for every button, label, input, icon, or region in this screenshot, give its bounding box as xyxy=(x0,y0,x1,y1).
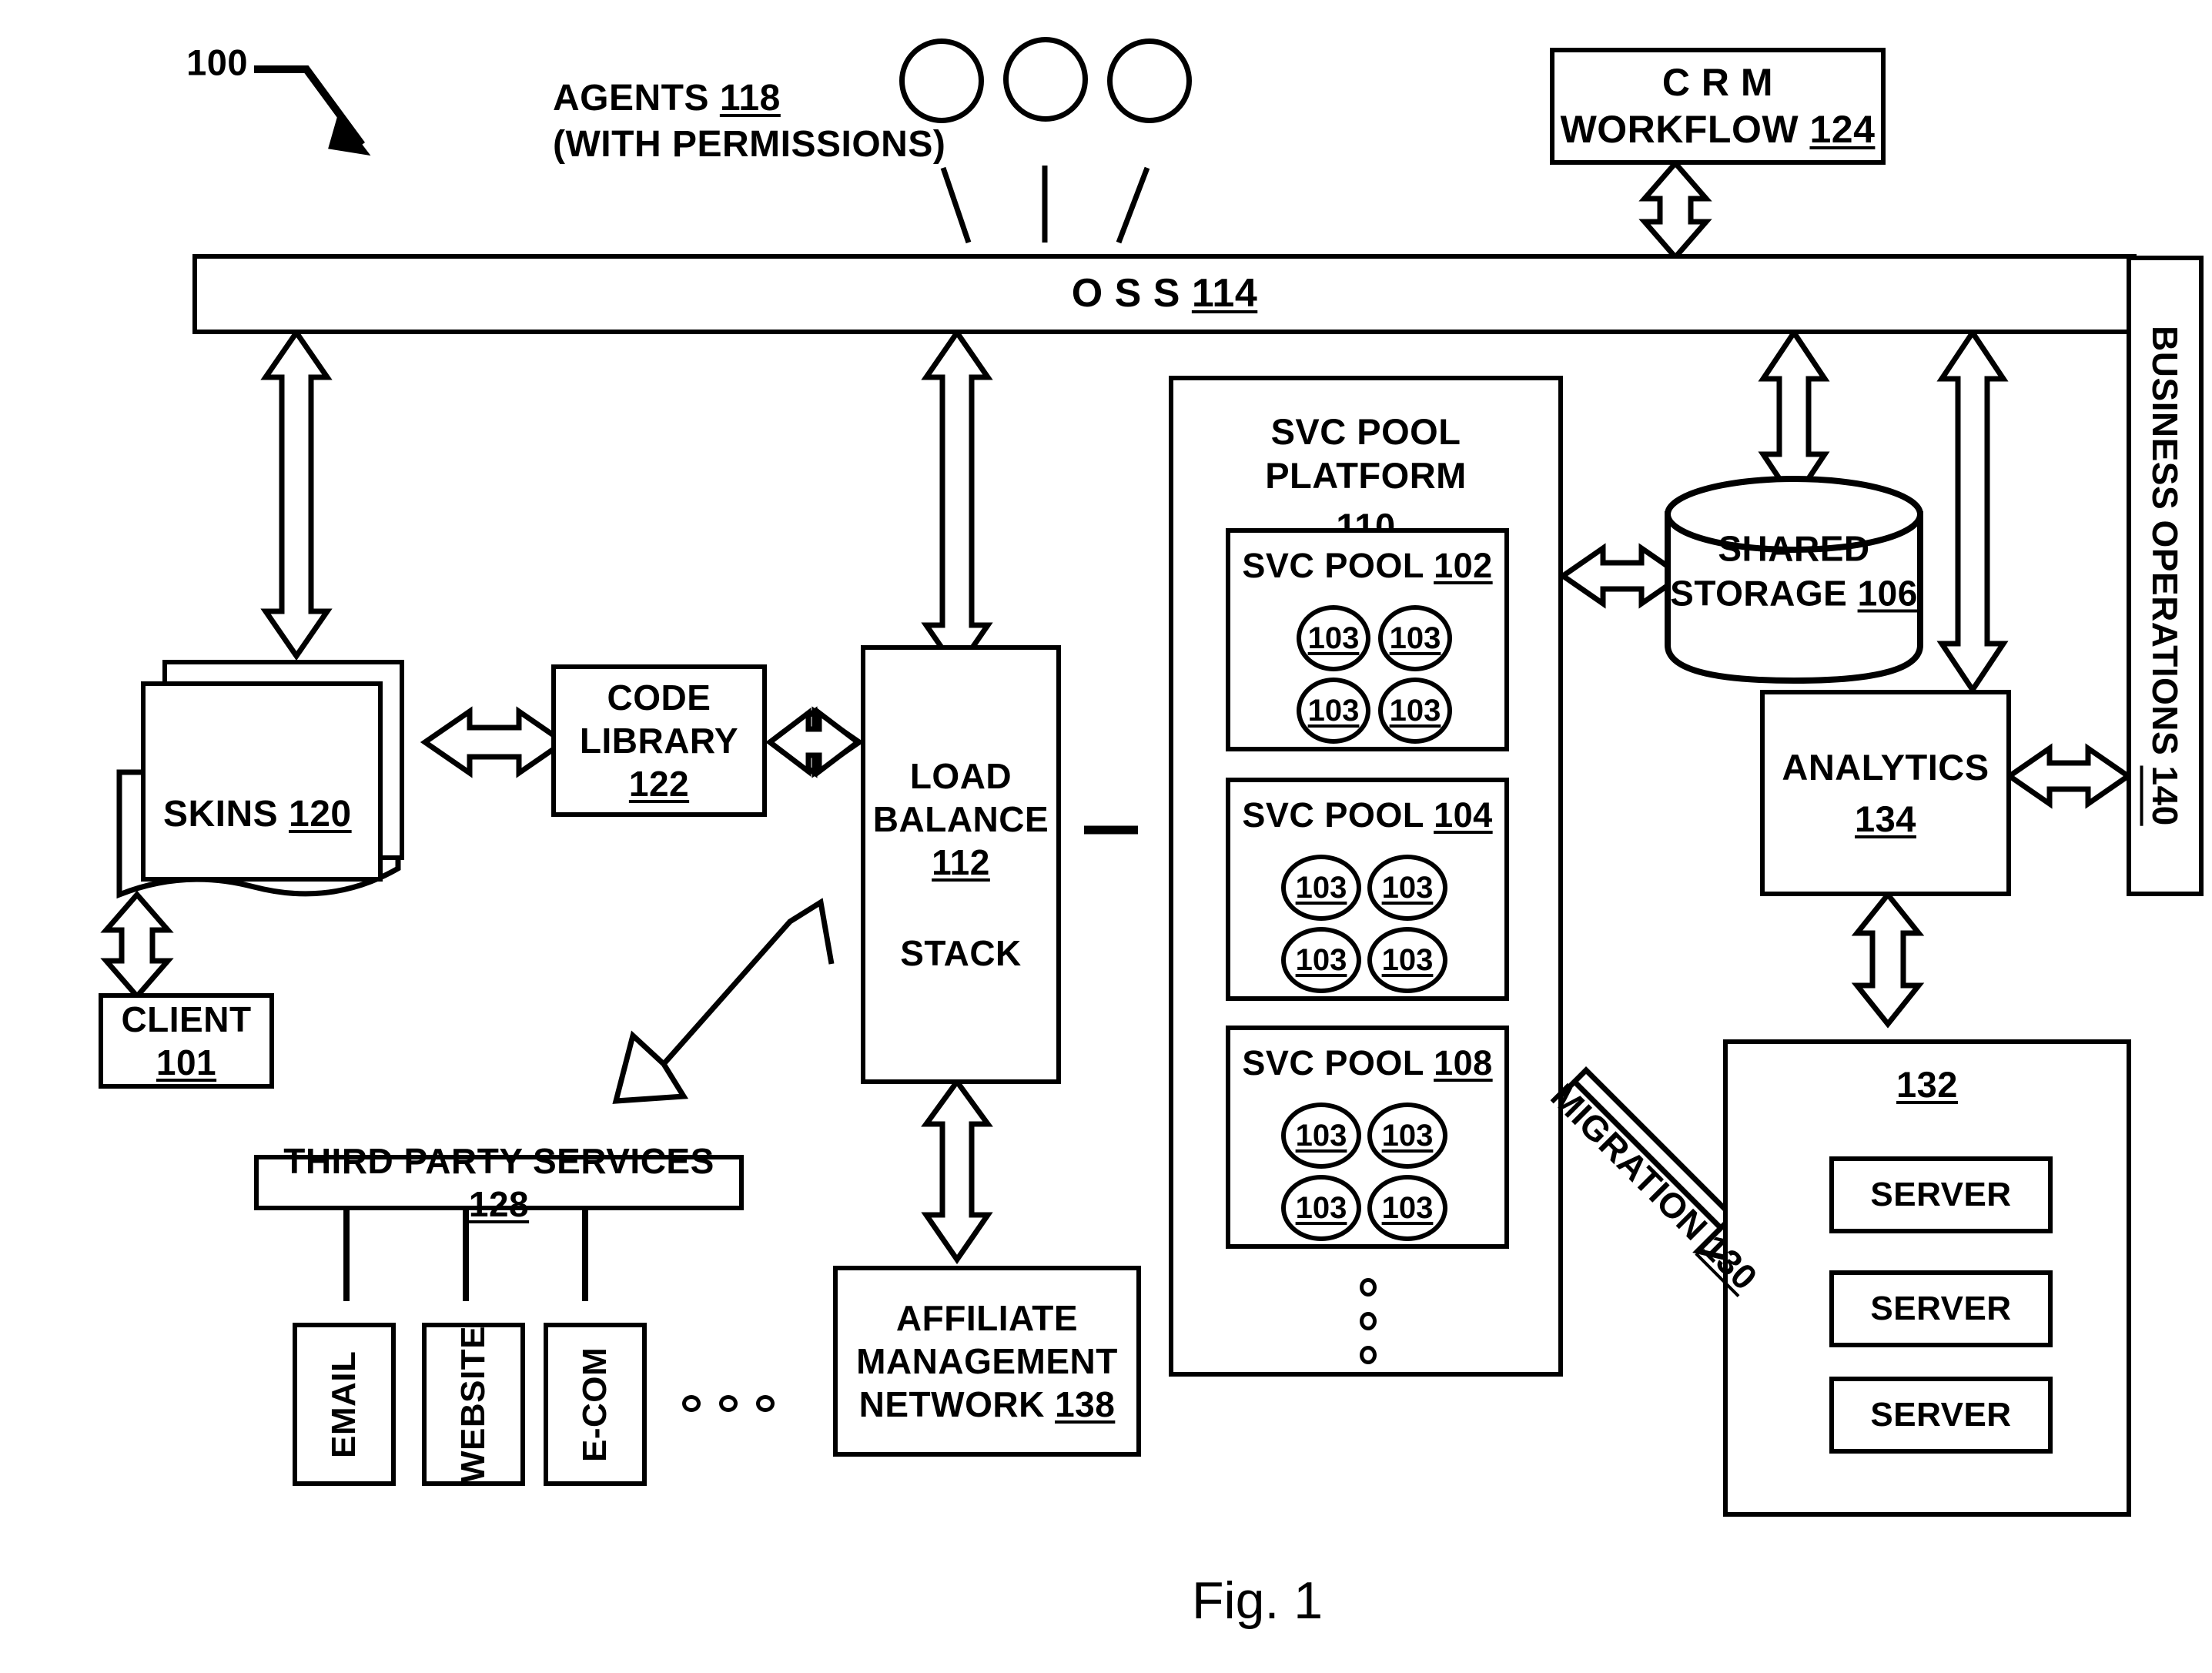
arrow-load-balance-to-affiliate xyxy=(921,1077,993,1265)
client-box[interactable]: CLIENT 101 xyxy=(99,993,274,1089)
system-reference-number: 100 xyxy=(186,42,248,83)
svc-node-103[interactable]: 103 xyxy=(1297,605,1370,671)
server-box[interactable]: SERVER xyxy=(1829,1377,2053,1454)
arrow-oss-to-shared-storage xyxy=(1758,327,1830,506)
skins-label: SKINS 120 xyxy=(163,794,352,835)
agent-stem-1 xyxy=(940,166,972,244)
svc-node-103[interactable]: 103 xyxy=(1281,1175,1361,1241)
oss-bar[interactable]: O S S 114 xyxy=(192,254,2137,334)
patent-figure-1: 100 AGENTS 118 (WITH PERMISSIONS) C R M … xyxy=(0,0,2212,1673)
crm-workflow-box[interactable]: C R M WORKFLOW 124 xyxy=(1550,48,1886,165)
arrow-skins-to-client xyxy=(100,890,174,1001)
arrow-skins-to-code-library xyxy=(420,706,569,778)
third-party-email-box[interactable]: EMAIL xyxy=(293,1323,396,1486)
code-library-box[interactable]: CODE LIBRARY 122 xyxy=(551,664,767,817)
server-box[interactable]: SERVER xyxy=(1829,1270,2053,1347)
arrow-load-balance-to-third-party xyxy=(612,898,835,1104)
third-party-ecom-box[interactable]: E-COM xyxy=(544,1323,647,1486)
agent-node-2[interactable] xyxy=(1003,37,1088,122)
affiliate-management-network-box[interactable]: AFFILIATE MANAGEMENT NETWORK 138 xyxy=(833,1266,1141,1457)
svc-node-103[interactable]: 103 xyxy=(1281,855,1361,921)
arrow-svc-pool-to-shared-storage xyxy=(1558,543,1687,609)
arrow-analytics-to-business-ops xyxy=(2004,743,2133,809)
third-party-website-box[interactable]: WEBSITE xyxy=(422,1323,525,1486)
svc-node-103[interactable]: 103 xyxy=(1378,605,1452,671)
third-party-services-box[interactable]: THIRD PARTY SERVICES 128 xyxy=(254,1141,744,1224)
shared-storage-label: SHARED STORAGE 106 xyxy=(1670,528,1918,614)
arrow-crm-to-oss xyxy=(1638,159,1712,262)
svc-node-103[interactable]: 103 xyxy=(1297,678,1370,744)
pool-continuation-dot xyxy=(1360,1312,1377,1330)
svc-node-103[interactable]: 103 xyxy=(1378,678,1452,744)
svc-node-103[interactable]: 103 xyxy=(1281,927,1361,993)
server-box[interactable]: SERVER xyxy=(1829,1156,2053,1233)
agent-node-1[interactable] xyxy=(899,38,984,123)
skins-back-sheet-1 xyxy=(141,681,383,882)
arrow-oss-to-load-balance xyxy=(921,327,993,675)
pool-continuation-dot xyxy=(1360,1346,1377,1364)
arrow-oss-to-skins xyxy=(260,327,333,661)
svc-node-103[interactable]: 103 xyxy=(1367,1175,1447,1241)
agent-node-3[interactable] xyxy=(1107,38,1192,123)
svc-node-103[interactable]: 103 xyxy=(1367,1103,1447,1169)
svc-node-103[interactable]: 103 xyxy=(1367,855,1447,921)
load-balance-box[interactable]: LOAD BALANCE 112 STACK xyxy=(861,645,1061,1084)
third-party-continuation-dot xyxy=(719,1395,738,1412)
arrow-oss-to-analytics xyxy=(1936,327,2009,695)
business-operations-box[interactable]: BUSINESS OPERATIONS 140 xyxy=(2127,256,2204,896)
agent-stem-3 xyxy=(1116,166,1150,244)
analytics-box[interactable]: ANALYTICS 134 xyxy=(1760,690,2011,896)
agents-label: AGENTS 118 (WITH PERMISSIONS) xyxy=(553,78,946,165)
third-party-continuation-dot xyxy=(756,1395,775,1412)
third-party-continuation-dot xyxy=(682,1395,701,1412)
figure-caption: Fig. 1 xyxy=(1192,1571,1324,1630)
svc-node-103[interactable]: 103 xyxy=(1281,1103,1361,1169)
svc-node-103[interactable]: 103 xyxy=(1367,927,1447,993)
pool-continuation-dot xyxy=(1360,1278,1377,1297)
arrow-analytics-to-servers xyxy=(1851,890,1925,1029)
